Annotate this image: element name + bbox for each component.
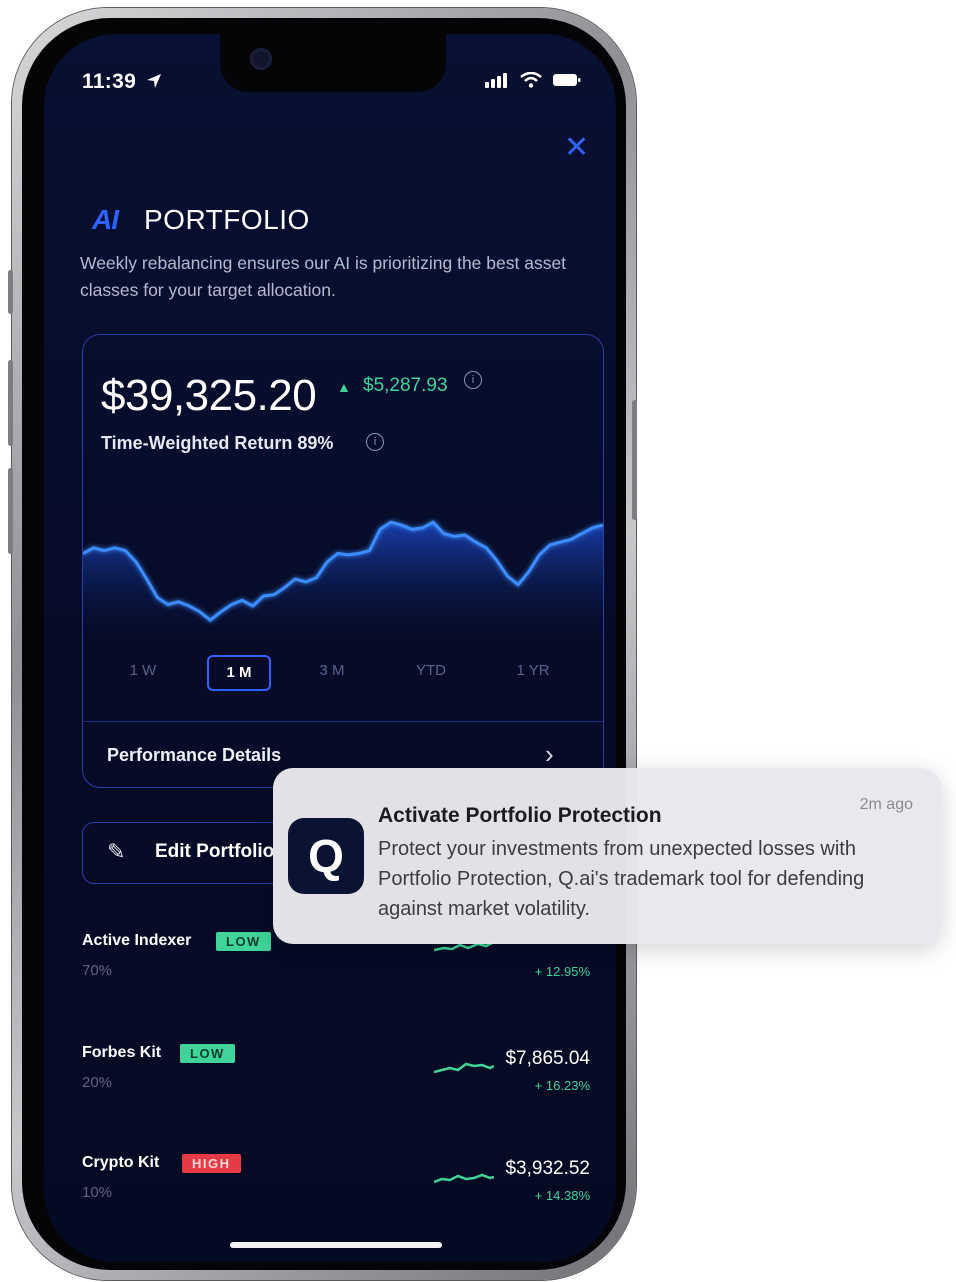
page-title: PORTFOLIO [144, 204, 310, 235]
risk-badge: HIGH [182, 1154, 241, 1173]
notification-body: Protect your investments from unexpected… [378, 838, 865, 920]
portfolio-change: $5,287.93 [363, 375, 448, 396]
performance-details-link[interactable]: Performance Details [107, 745, 281, 766]
pencil-icon: ✎ [107, 839, 126, 864]
period-3m[interactable]: 3 M [307, 655, 357, 687]
holding-row-crypto-kit[interactable]: Crypto Kit HIGH 10% $3,932.52 + 14.38% [82, 1154, 602, 1224]
time-weighted-return: Time-Weighted Return 89% [101, 433, 334, 453]
power-button [632, 400, 637, 520]
chart-area-fill [83, 522, 603, 643]
holding-return: + 16.23% [534, 1078, 590, 1093]
portfolio-balance: $39,325.20 [101, 371, 317, 420]
holding-name: Crypto Kit [82, 1154, 160, 1171]
period-ytd[interactable]: YTD [405, 655, 457, 687]
home-indicator[interactable] [230, 1242, 442, 1248]
status-time: 11:39 [82, 70, 162, 94]
edit-portfolio-label: Edit Portfolio [155, 841, 275, 862]
holding-value: $3,932.52 [505, 1158, 590, 1179]
app-screen: 11:39 ✕ AI PORTFOLIO Weekly rebalancing … [44, 34, 616, 1262]
holding-value: $7,865.04 [505, 1048, 590, 1069]
close-icon[interactable]: ✕ [564, 130, 589, 165]
holding-name: Forbes Kit [82, 1044, 162, 1061]
period-1w[interactable]: 1 W [119, 655, 167, 687]
period-selector: 1 W 1 M 3 M YTD 1 YR [83, 655, 603, 691]
portfolio-card: $39,325.20 ▲ $5,287.93 i Time-Weighted R… [82, 334, 604, 788]
ai-logo: AI [92, 204, 119, 235]
camera [250, 48, 272, 70]
volume-up-button [8, 360, 13, 446]
card-divider [83, 721, 603, 722]
period-1m[interactable]: 1 M [207, 655, 271, 691]
holding-allocation: 10% [82, 1184, 113, 1201]
up-arrow-icon: ▲ [337, 379, 351, 395]
risk-badge: LOW [180, 1044, 235, 1063]
holding-return: + 12.95% [534, 964, 590, 979]
page-description: Weekly rebalancing ensures our AI is pri… [80, 253, 567, 300]
holding-allocation: 70% [82, 962, 113, 979]
twr-info-icon[interactable]: i [366, 433, 384, 451]
status-time-text: 11:39 [82, 70, 137, 93]
performance-chart [83, 520, 603, 643]
notch [220, 34, 446, 92]
app-icon: Q [288, 818, 364, 894]
chevron-right-icon[interactable]: › [545, 739, 554, 770]
status-icons [484, 72, 582, 88]
holding-sparkline [434, 1173, 494, 1184]
holding-row-forbes-kit[interactable]: Forbes Kit LOW 20% $7,865.04 + 16.23% [82, 1044, 602, 1114]
q-logo-icon: Q [308, 830, 344, 882]
volume-down-button [8, 468, 13, 554]
notification-title: Activate Portfolio Protection [378, 804, 662, 827]
holding-allocation: 20% [82, 1074, 113, 1091]
holding-return: + 14.38% [534, 1188, 590, 1203]
holding-sparkline [434, 1062, 494, 1074]
period-1yr[interactable]: 1 YR [503, 655, 563, 687]
info-icon[interactable]: i [464, 371, 482, 389]
battery-icon [553, 74, 581, 86]
wifi-icon [520, 72, 542, 88]
notification-time: 2m ago [859, 796, 913, 813]
mute-switch [8, 270, 13, 314]
holding-name: Active Indexer [82, 932, 192, 949]
phone-frame: 11:39 ✕ AI PORTFOLIO Weekly rebalancing … [8, 8, 637, 1280]
notification-banner[interactable]: Q Activate Portfolio Protection 2m ago P… [273, 768, 941, 944]
cellular-signal-icon [485, 73, 507, 88]
location-arrow-icon [147, 74, 162, 88]
risk-badge: LOW [216, 932, 271, 951]
